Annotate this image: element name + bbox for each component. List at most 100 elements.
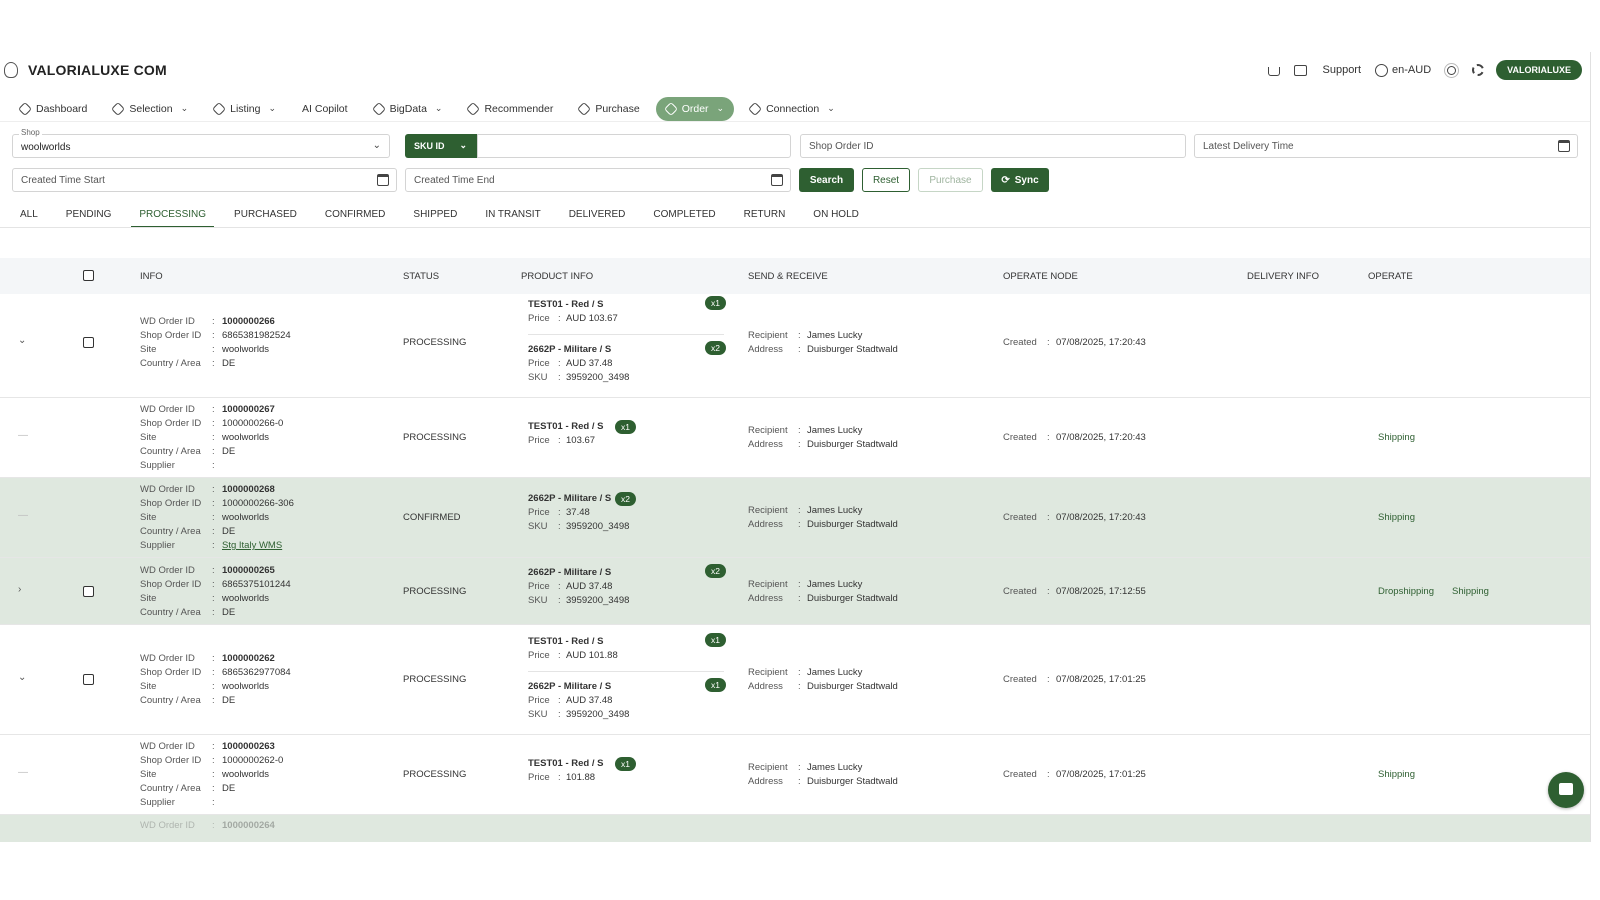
tab-purchased[interactable]: PURCHASED [226, 206, 305, 228]
theme-icon[interactable] [1447, 65, 1457, 75]
cart-icon[interactable] [1267, 67, 1280, 76]
price-row: Price: AUD 37.48 [528, 694, 724, 708]
tab-pending[interactable]: PENDING [58, 206, 120, 228]
table-row: — WD Order ID:1000000268 Shop Order ID:100… [0, 478, 1590, 558]
price-label: Price [528, 695, 550, 706]
info-row-country: Country / Area: DE [140, 525, 294, 539]
calendar-icon[interactable] [377, 174, 389, 186]
colon: : [558, 358, 561, 369]
shipping-action-link[interactable]: Shipping [1378, 512, 1415, 523]
shop-select-value: woolworlds [21, 142, 71, 153]
nav-item-label: BigData [389, 102, 427, 115]
colon: : [212, 820, 215, 831]
dropshipping-action-link[interactable]: Dropshipping [1378, 586, 1434, 597]
tab-return[interactable]: RETURN [736, 206, 794, 228]
shop-order-id-input[interactable]: Shop Order ID [800, 134, 1186, 158]
colon: : [212, 418, 215, 429]
nav-item-connection[interactable]: Connection ⌄ [740, 97, 845, 121]
purchase-button[interactable]: Purchase [918, 168, 983, 192]
tab-delivered[interactable]: DELIVERED [561, 206, 634, 228]
tab-on-hold[interactable]: ON HOLD [805, 206, 867, 228]
shipping-action-link[interactable]: Shipping [1378, 432, 1415, 443]
message-icon[interactable] [1293, 64, 1307, 76]
info-label: Shop Order ID [140, 418, 202, 429]
nav-item-purchase[interactable]: Purchase [569, 97, 649, 121]
calendar-icon[interactable] [1558, 140, 1570, 152]
price-row: Price:101.88 [528, 771, 724, 785]
nav-item-ai-copilot[interactable]: AI Copilot [292, 97, 358, 121]
chevron-down-icon: ⌄ [180, 103, 189, 113]
row-checkbox[interactable] [83, 585, 94, 597]
address-row: Address: Duisburger Stadtwald [748, 438, 898, 452]
created-time-end-input[interactable]: Created Time End [405, 168, 791, 192]
address-value: Duisburger Stadtwald [807, 519, 898, 530]
info-value-site: woolworlds [222, 769, 269, 780]
created-start-placeholder: Created Time Start [21, 175, 105, 186]
nav-item-label: AI Copilot [302, 102, 348, 115]
latest-delivery-time-input[interactable]: Latest Delivery Time [1194, 134, 1578, 158]
row-checkbox[interactable] [83, 674, 94, 685]
locale-selector[interactable]: en-AUD [1392, 64, 1431, 76]
support-link[interactable]: Support [1323, 64, 1362, 76]
reset-button[interactable]: Reset [862, 168, 910, 192]
nav-item-listing[interactable]: Listing ⌄ [204, 97, 286, 121]
sku-id-input[interactable] [477, 134, 791, 158]
chevron-down-icon[interactable]: ⌄ [18, 335, 26, 346]
info-row-wd: WD Order ID:1000000263 [140, 740, 283, 754]
chevron-down-icon[interactable]: ⌄ [18, 672, 26, 683]
chat-fab-button[interactable] [1548, 772, 1584, 808]
nav-item-bigdata[interactable]: BigData ⌄ [364, 97, 453, 121]
tab-processing[interactable]: PROCESSING [131, 206, 215, 228]
vertical-scrollbar[interactable] [1590, 52, 1591, 842]
link-icon [466, 101, 481, 116]
shop-select[interactable]: Shop woolworlds ⌄ [12, 128, 390, 158]
product-item: 2662P - Militare / Sx2 Price:37.48 SKU:395… [528, 490, 724, 536]
shipping-action-link[interactable]: Shipping [1378, 769, 1415, 780]
operate-node: Created:07/08/2025, 17:12:55 [1003, 586, 1146, 597]
info-value-supplier[interactable]: Stg Italy WMS [222, 539, 282, 553]
info-label: Site [140, 344, 157, 355]
settings-icon[interactable] [1472, 64, 1485, 76]
product-item: TEST01 - Red / S x1 Price: AUD 101.88 [528, 633, 726, 665]
tab-all[interactable]: ALL [12, 206, 46, 228]
colon: : [212, 316, 215, 327]
operate-actions: Shipping [1378, 512, 1433, 523]
select-all-checkbox[interactable] [83, 270, 94, 281]
chevron-right-icon[interactable]: › [18, 584, 21, 595]
nav-item-dashboard[interactable]: Dashboard [10, 97, 97, 121]
calendar-icon[interactable] [771, 174, 783, 186]
info-row-supplier: Supplier: [140, 459, 283, 473]
logo[interactable]: VALORIALUXE COM [4, 62, 167, 78]
tab-confirmed[interactable]: CONFIRMED [317, 206, 394, 228]
price-row: Price: AUD 37.48 [528, 580, 724, 594]
sku-id-type-button[interactable]: SKU ID ⌄ [405, 134, 477, 158]
info-label: WD Order ID [140, 404, 195, 415]
quantity-badge: x1 [705, 678, 726, 692]
tab-completed[interactable]: COMPLETED [645, 206, 723, 228]
info-row-wd: WD Order ID:1000000266 [140, 315, 291, 329]
sync-button[interactable]: ⟳ Sync [991, 168, 1049, 192]
colon: : [798, 425, 801, 436]
colon: : [212, 330, 215, 341]
nav-item-order[interactable]: Order ⌄ [655, 96, 735, 121]
shipping-action-link[interactable]: Shipping [1452, 586, 1489, 597]
search-button[interactable]: Search [799, 168, 854, 192]
quantity-badge: x1 [615, 757, 636, 771]
colon: : [558, 772, 561, 783]
operate-node: Created:07/08/2025, 17:20:43 [1003, 337, 1146, 348]
order-info: WD Order ID:1000000267 Shop Order ID:1000… [140, 403, 283, 473]
address-label: Address [748, 439, 783, 450]
tab-in-transit[interactable]: IN TRANSIT [477, 206, 548, 228]
globe-icon[interactable] [1375, 63, 1389, 77]
dash-placeholder: — [18, 430, 28, 441]
colon: : [212, 783, 215, 794]
info-label: Site [140, 512, 157, 523]
user-menu-button[interactable]: VALORIALUXE [1496, 60, 1582, 80]
link-icon [17, 101, 33, 116]
row-checkbox[interactable] [83, 337, 94, 348]
tab-shipped[interactable]: SHIPPED [405, 206, 465, 228]
created-time-start-input[interactable]: Created Time Start [12, 168, 397, 192]
nav-item-recommender[interactable]: Recommender [458, 97, 563, 121]
nav-item-selection[interactable]: Selection ⌄ [103, 97, 198, 121]
product-info: TEST01 - Red / Sx1 Price:101.88 [528, 755, 724, 787]
